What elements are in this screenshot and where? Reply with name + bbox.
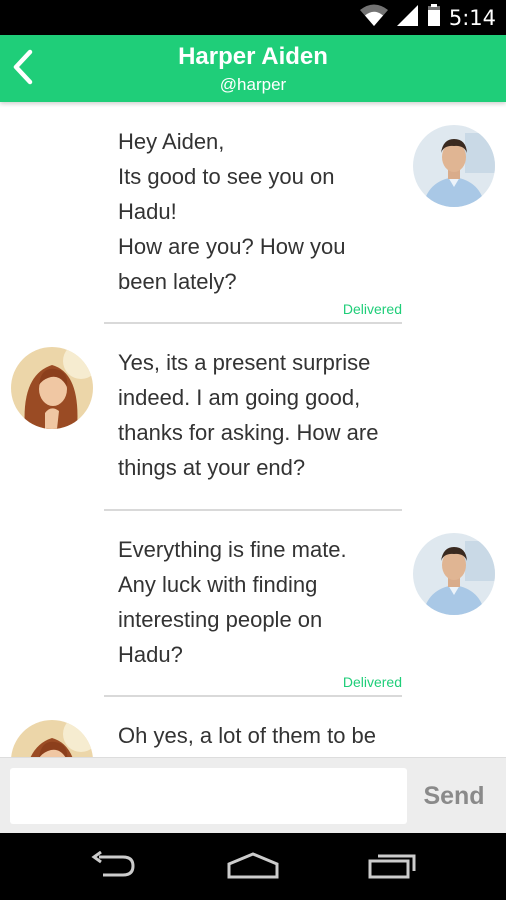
message-line: things at your end? xyxy=(118,455,306,480)
status-bar: 5:14 xyxy=(0,0,506,35)
nav-recents-icon xyxy=(368,851,418,884)
send-button[interactable]: Send xyxy=(414,768,494,824)
nav-home-button[interactable] xyxy=(218,845,288,889)
status-icons: 5:14 xyxy=(359,0,496,35)
system-nav-bar xyxy=(0,833,506,900)
message-line: Hadu? xyxy=(118,642,183,667)
message-input[interactable] xyxy=(10,768,407,824)
message-divider xyxy=(104,322,402,324)
nav-back-icon xyxy=(89,850,137,884)
message-line: interesting people on xyxy=(118,607,323,632)
message-line: Yes, its a present surprise xyxy=(118,350,371,375)
message-text: Hey Aiden, Its good to see you on Hadu! … xyxy=(118,124,400,299)
avatar-harper[interactable] xyxy=(11,720,93,757)
battery-icon xyxy=(427,3,441,32)
message-line: Oh yes, a lot of them to be xyxy=(118,723,377,748)
contact-name: Harper Aiden xyxy=(178,43,328,70)
message-line: Everything is fine mate. xyxy=(118,537,347,562)
contact-handle: @harper xyxy=(219,75,287,94)
nav-recents-button[interactable] xyxy=(358,845,428,889)
wifi-icon xyxy=(359,3,389,32)
message-divider xyxy=(104,695,402,697)
message-line: Hey Aiden, xyxy=(118,129,225,154)
message-text: Everything is fine mate. Any luck with f… xyxy=(118,532,400,672)
message-line: How are you? How you xyxy=(118,234,346,259)
message-line: thanks for asking. How are xyxy=(118,420,379,445)
message-line: indeed. I am going good, xyxy=(118,385,361,410)
nav-back-button[interactable] xyxy=(78,845,148,889)
message-divider xyxy=(104,509,402,511)
status-time: 5:14 xyxy=(448,5,496,30)
message-composer: Send xyxy=(0,757,506,833)
avatar-aiden[interactable] xyxy=(413,533,495,615)
message-text: Oh yes, a lot of them to be xyxy=(118,718,400,753)
message-line: Its good to see you on xyxy=(118,164,335,189)
chat-messages[interactable]: Hey Aiden, Its good to see you on Hadu! … xyxy=(0,102,506,757)
message-line: Hadu! xyxy=(118,199,177,224)
message-text: Yes, its a present surprise indeed. I am… xyxy=(118,345,400,485)
delivery-status: Delivered xyxy=(342,674,402,690)
app-header: Harper Aiden @harper xyxy=(0,35,506,102)
avatar-harper[interactable] xyxy=(11,347,93,429)
delivery-status: Delivered xyxy=(342,301,402,317)
nav-home-icon xyxy=(226,851,280,884)
message-line: been lately? xyxy=(118,269,237,294)
message-line: Any luck with finding xyxy=(118,572,318,597)
signal-icon xyxy=(396,3,419,32)
avatar-aiden[interactable] xyxy=(413,125,495,207)
